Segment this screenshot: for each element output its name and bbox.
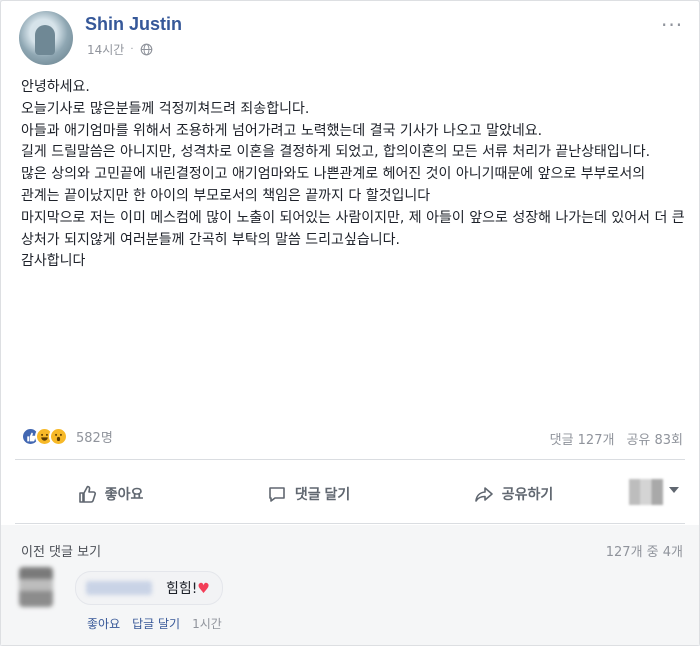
chevron-down-icon[interactable] [669,487,679,493]
post-line: 많은 상의와 고민끝에 내린결정이고 애기엄마와도 나쁜관계로 헤어진 것이 아… [21,166,646,204]
share-icon [474,487,493,502]
comment-reply-link[interactable]: 답글 달기 [132,615,180,632]
commenter-avatar[interactable] [19,567,53,607]
commenter-name[interactable] [86,581,152,595]
comment-text: 힘힘!♥ [166,581,210,597]
post-card: Shin Justin 14시간 · ··· 안녕하세요. 오늘기사로 많은분들… [0,0,700,646]
like-label: 좋아요 [104,486,144,502]
separator-dot: · [130,44,134,55]
comment-count-link[interactable]: 댓글 127개 [550,429,615,448]
action-bar: 좋아요 댓글 달기 공유하기 [15,465,615,523]
ellipsis-icon[interactable]: ··· [661,15,683,35]
reacting-as-avatar[interactable] [629,479,663,505]
comment-actions: 좋아요 답글 달기 1시간 [87,615,222,632]
share-label: 공유하기 [501,486,554,502]
post-line: 길게 드릴말씀은 아니지만, 성격차로 이혼을 결정하게 되었고, 합의이혼의 … [21,144,651,161]
post-line: 오늘기사로 많은분들께 걱정끼쳐드려 죄송합니다. [21,100,310,117]
post-time[interactable]: 14시간 [87,41,124,58]
author-avatar[interactable] [19,11,73,65]
post-text: 안녕하세요. 오늘기사로 많은분들께 걱정끼쳐드려 죄송합니다. 아들과 애기엄… [21,77,687,273]
comment-like-link[interactable]: 좋아요 [87,615,120,632]
thumbs-up-icon [78,485,96,503]
post-line: 마지막으로 저는 이미 메스컴에 많이 노출이 되어있는 사람이지만, 제 아들… [21,209,685,248]
comment-icon [269,487,285,502]
divider [15,523,685,524]
comment-bubble: 힘힘!♥ [75,571,223,605]
share-button[interactable]: 공유하기 [474,484,554,504]
comment-button[interactable]: 댓글 달기 [267,484,350,504]
reaction-summary[interactable]: 582명 [21,427,113,446]
share-count-link[interactable]: 공유 83회 [626,429,683,448]
post-stats: 댓글 127개 공유 83회 [550,429,683,448]
comment-pager: 127개 중 4개 [605,545,683,560]
comment-label: 댓글 달기 [294,486,351,502]
post-line: 아들과 애기엄마를 위해서 조용하게 넘어가려고 노력했는데 결국 기사가 나오… [21,122,543,139]
divider [15,459,685,460]
post-meta: 14시간 · [87,41,153,58]
heart-icon: ♥ [197,581,210,597]
post-line: 안녕하세요. [21,79,90,95]
author-name[interactable]: Shin Justin [85,14,182,35]
reaction-count: 582명 [76,431,113,446]
comment-time[interactable]: 1시간 [192,615,222,632]
globe-icon [140,43,152,56]
view-previous-comments-link[interactable]: 이전 댓글 보기 [21,541,101,560]
post-line: 감사합니다 [21,253,86,270]
like-button[interactable]: 좋아요 [77,484,144,504]
wow-icon [49,427,68,446]
